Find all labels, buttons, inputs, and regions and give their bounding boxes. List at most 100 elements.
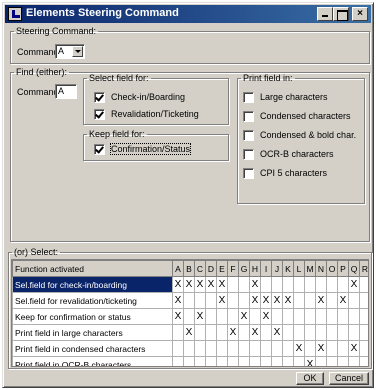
mark-cell-e[interactable]: X [216, 276, 228, 293]
confirmation-status-checkbox[interactable] [94, 144, 105, 155]
mark-cell-q[interactable]: X [348, 276, 360, 293]
mark-cell-n[interactable]: X [315, 292, 327, 309]
mark-cell-a[interactable]: X [172, 292, 184, 309]
mark-cell-j[interactable]: X [271, 292, 283, 309]
function-name-cell[interactable]: Print field in condensed characters [12, 340, 173, 357]
mark-cell-k[interactable] [282, 308, 294, 325]
function-name-cell[interactable]: Sel.field for check-in/boarding [12, 276, 173, 293]
mark-cell-l[interactable] [293, 308, 305, 325]
mark-cell-j[interactable] [271, 340, 283, 357]
mark-cell-f[interactable] [227, 356, 239, 366]
mark-cell-e[interactable] [216, 356, 228, 366]
mark-cell-c[interactable] [194, 340, 206, 357]
mark-cell-b[interactable] [183, 340, 195, 357]
condensed-bold-checkbox[interactable] [243, 130, 254, 141]
mark-cell-c[interactable] [194, 356, 206, 366]
mark-cell-o[interactable] [326, 340, 338, 357]
mark-cell-b[interactable]: X [183, 324, 195, 341]
mark-cell-a[interactable]: X [172, 308, 184, 325]
mark-cell-o[interactable] [326, 356, 338, 366]
function-name-cell[interactable]: Print field in large characters [12, 324, 173, 341]
mark-cell-a[interactable] [172, 356, 184, 366]
mark-cell-o[interactable] [326, 292, 338, 309]
mark-cell-p[interactable]: X [337, 292, 349, 309]
mark-cell-h[interactable]: X [249, 324, 261, 341]
mark-cell-g[interactable] [238, 340, 250, 357]
mark-cell-q[interactable] [348, 292, 360, 309]
mark-cell-i[interactable]: X [260, 308, 272, 325]
mark-cell-j[interactable] [271, 356, 283, 366]
mark-cell-k[interactable] [282, 276, 294, 293]
mark-cell-q[interactable]: X [348, 340, 360, 357]
table-row[interactable]: Sel.field for revalidation/ticketing X X X X… [12, 292, 368, 309]
mark-cell-r[interactable] [359, 276, 368, 293]
mark-cell-i[interactable] [260, 340, 272, 357]
mark-cell-e[interactable] [216, 324, 228, 341]
mark-cell-j[interactable]: X [271, 324, 283, 341]
mark-cell-i[interactable] [260, 324, 272, 341]
maximize-button[interactable] [333, 7, 349, 21]
mark-cell-r[interactable] [359, 340, 368, 357]
mark-cell-n[interactable] [315, 356, 327, 366]
mark-cell-q[interactable] [348, 308, 360, 325]
function-name-cell[interactable]: Print field in OCR-B characters [12, 356, 173, 366]
mark-cell-i[interactable]: X [260, 292, 272, 309]
mark-cell-o[interactable] [326, 308, 338, 325]
table-row[interactable]: Print field in OCR-B characters X [12, 356, 368, 366]
mark-cell-m[interactable] [304, 340, 316, 357]
mark-cell-k[interactable] [282, 356, 294, 366]
mark-cell-g[interactable] [238, 292, 250, 309]
condensed-characters-checkbox[interactable] [243, 111, 254, 122]
table-row[interactable]: Print field in condensed characters X X X [12, 340, 368, 357]
mark-cell-m[interactable] [304, 324, 316, 341]
mark-cell-b[interactable]: X [183, 276, 195, 293]
mark-cell-h[interactable]: X [249, 276, 261, 293]
mark-cell-j[interactable] [271, 276, 283, 293]
mark-cell-n[interactable] [315, 324, 327, 341]
mark-cell-c[interactable] [194, 292, 206, 309]
mark-cell-f[interactable] [227, 308, 239, 325]
mark-cell-d[interactable] [205, 324, 217, 341]
mark-cell-r[interactable] [359, 356, 368, 366]
mark-cell-k[interactable]: X [282, 292, 294, 309]
mark-cell-k[interactable] [282, 340, 294, 357]
mark-cell-b[interactable] [183, 308, 195, 325]
mark-cell-n[interactable] [315, 308, 327, 325]
mark-cell-r[interactable] [359, 292, 368, 309]
mark-cell-p[interactable] [337, 324, 349, 341]
mark-cell-h[interactable]: X [249, 292, 261, 309]
mark-cell-f[interactable]: X [227, 324, 239, 341]
mark-cell-q[interactable] [348, 324, 360, 341]
mark-cell-l[interactable] [293, 324, 305, 341]
mark-cell-l[interactable] [293, 292, 305, 309]
title-bar[interactable]: Elements Steering Command × [5, 5, 371, 23]
mark-cell-a[interactable]: X [172, 276, 184, 293]
mark-cell-m[interactable]: X [304, 356, 316, 366]
mark-cell-n[interactable]: X [315, 340, 327, 357]
mark-cell-a[interactable] [172, 340, 184, 357]
mark-cell-m[interactable] [304, 276, 316, 293]
mark-cell-d[interactable] [205, 292, 217, 309]
table-row[interactable]: Sel.field for check-in/boarding X X X X X X X [12, 276, 368, 293]
ok-button[interactable]: OK [296, 372, 324, 385]
mark-cell-c[interactable] [194, 324, 206, 341]
check-in-boarding-checkbox[interactable] [94, 92, 105, 103]
mark-cell-n[interactable] [315, 276, 327, 293]
mark-cell-g[interactable] [238, 324, 250, 341]
revalidation-ticketing-checkbox[interactable] [94, 109, 105, 120]
mark-cell-d[interactable]: X [205, 276, 217, 293]
cpi5-checkbox[interactable] [243, 168, 254, 179]
mark-cell-h[interactable] [249, 308, 261, 325]
mark-cell-p[interactable] [337, 308, 349, 325]
mark-cell-r[interactable] [359, 324, 368, 341]
mark-cell-o[interactable] [326, 324, 338, 341]
mark-cell-j[interactable] [271, 308, 283, 325]
mark-cell-g[interactable] [238, 356, 250, 366]
mark-cell-o[interactable] [326, 276, 338, 293]
mark-cell-e[interactable] [216, 308, 228, 325]
mark-cell-l[interactable]: X [293, 340, 305, 357]
mark-cell-f[interactable] [227, 276, 239, 293]
function-name-cell[interactable]: Keep for confirmation or status [12, 308, 173, 325]
steering-command-select[interactable]: A [55, 44, 85, 59]
mark-cell-g[interactable] [238, 276, 250, 293]
